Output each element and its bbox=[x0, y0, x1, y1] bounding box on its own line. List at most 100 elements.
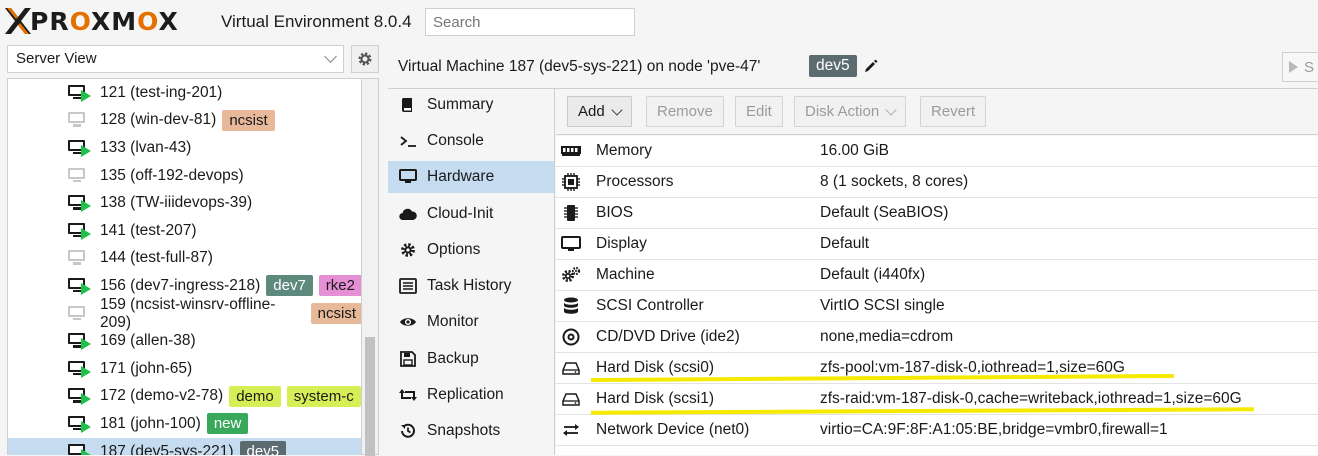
hardware-row[interactable]: SCSI Controller VirtIO SCSI single bbox=[556, 291, 1318, 322]
nav-item-label: Monitor bbox=[427, 313, 479, 330]
vm-tag-badge: dev5 bbox=[239, 441, 287, 455]
monitor-stand bbox=[73, 234, 81, 238]
cogs-icon bbox=[561, 266, 581, 284]
tree-node-label: 128 (win-dev-81) bbox=[100, 111, 217, 129]
tree-node-vm[interactable]: 172 (demo-v2-78) demo system-c bbox=[8, 383, 361, 411]
vm-running-icon bbox=[68, 443, 91, 455]
vm-running-icon bbox=[68, 277, 91, 295]
database-icon bbox=[561, 297, 581, 315]
tree-scrollbar[interactable] bbox=[362, 78, 379, 456]
tree-node-vm[interactable]: 144 (test-full-87) bbox=[8, 245, 361, 273]
tree-node-vm[interactable]: 138 (TW-iiidevops-39) bbox=[8, 189, 361, 217]
tree-node-label: 138 (TW-iiidevops-39) bbox=[100, 194, 253, 212]
revert-button[interactable]: Revert bbox=[920, 96, 987, 127]
running-arrow-icon bbox=[81, 227, 91, 240]
retweet-icon bbox=[398, 386, 418, 404]
vm-stopped-icon bbox=[68, 305, 88, 322]
hardware-row[interactable]: Network Device (net0) virtio=CA:9F:8F:A1:… bbox=[556, 415, 1318, 446]
nav-item-summary[interactable]: Summary bbox=[388, 89, 554, 121]
running-arrow-icon bbox=[81, 89, 91, 102]
nav-item-label: Options bbox=[427, 241, 481, 258]
tree-node-vm[interactable]: 128 (win-dev-81) ncsist bbox=[8, 107, 361, 135]
hardware-key: CD/DVD Drive (ide2) bbox=[596, 328, 740, 345]
chevron-down-icon bbox=[324, 50, 337, 63]
start-button[interactable]: S bbox=[1282, 52, 1318, 82]
disk-action-button-label: Disk Action bbox=[805, 103, 880, 120]
running-arrow-icon bbox=[81, 365, 91, 378]
proxmox-x-icon bbox=[5, 8, 31, 34]
hardware-row[interactable]: Processors 8 (1 sockets, 8 cores) bbox=[556, 167, 1318, 198]
tree-node-label: 141 (test-207) bbox=[100, 221, 197, 239]
tree-node-vm[interactable]: 141 (test-207) bbox=[8, 217, 361, 245]
hardware-key: Hard Disk (scsi0) bbox=[596, 359, 714, 376]
tree-node-vm[interactable]: 181 (john-100) new bbox=[8, 410, 361, 438]
add-button[interactable]: Add bbox=[567, 96, 632, 127]
vm-running-icon bbox=[68, 333, 91, 351]
hardware-row[interactable]: Memory 16.00 GiB bbox=[556, 136, 1318, 167]
nav-item-label: Console bbox=[427, 132, 484, 149]
page-title: Virtual Machine 187 (dev5-sys-221) on no… bbox=[398, 58, 761, 75]
vm-running-icon bbox=[68, 222, 91, 240]
nav-item-label: Summary bbox=[427, 96, 494, 113]
scrollbar-thumb[interactable] bbox=[365, 337, 375, 456]
top-bar: PROXMOX Virtual Environment 8.0.4 bbox=[0, 0, 1318, 44]
search-input[interactable] bbox=[425, 8, 635, 36]
running-arrow-icon bbox=[81, 144, 91, 157]
tree-node-label: 144 (test-full-87) bbox=[100, 249, 213, 267]
tree-node-vm[interactable]: 135 (off-192-devops) bbox=[8, 162, 361, 190]
nav-item-backup[interactable]: Backup bbox=[388, 343, 554, 375]
proxmox-logo[interactable]: PROXMOX bbox=[4, 6, 179, 36]
hardware-row[interactable]: CD/DVD Drive (ide2) none,media=cdrom bbox=[556, 322, 1318, 353]
view-selector[interactable]: Server View bbox=[7, 45, 344, 73]
tree-node-vm[interactable]: 187 (dev5-sys-221) dev5 bbox=[8, 437, 361, 455]
product-version: Virtual Environment 8.0.4 bbox=[221, 12, 412, 31]
view-selector-value: Server View bbox=[16, 50, 97, 67]
vm-tag-badge: demo bbox=[229, 385, 281, 407]
hardware-value: virtio=CA:9F:8F:A1:05:BE,bridge=vmbr0,fi… bbox=[820, 421, 1168, 438]
cdrom-icon bbox=[561, 328, 581, 346]
play-icon bbox=[1289, 61, 1298, 73]
tree-node-label: 135 (off-192-devops) bbox=[100, 166, 244, 184]
remove-button[interactable]: Remove bbox=[646, 96, 724, 127]
nav-item-task-history[interactable]: Task History bbox=[388, 270, 554, 302]
hardware-row[interactable]: BIOS Default (SeaBIOS) bbox=[556, 198, 1318, 229]
vm-tag-badge: ncsist bbox=[222, 109, 275, 131]
disk-action-button[interactable]: Disk Action bbox=[794, 96, 907, 127]
tree-node-vm[interactable]: 133 (lvan-43) bbox=[8, 134, 361, 162]
nav-item-snapshots[interactable]: Snapshots bbox=[388, 415, 554, 447]
start-button-label: S bbox=[1304, 58, 1315, 76]
hardware-key: SCSI Controller bbox=[596, 297, 704, 314]
pencil-icon[interactable] bbox=[864, 59, 878, 73]
content-header: Virtual Machine 187 (dev5-sys-221) on no… bbox=[388, 44, 1318, 89]
tree-node-vm[interactable]: 171 (john-65) bbox=[8, 355, 361, 383]
remove-button-label: Remove bbox=[657, 103, 713, 120]
add-button-label: Add bbox=[578, 103, 605, 120]
eye-icon bbox=[398, 313, 418, 331]
nav-item-cloud-init[interactable]: Cloud-Init bbox=[388, 198, 554, 230]
running-arrow-icon bbox=[81, 200, 91, 213]
vm-running-icon bbox=[68, 139, 91, 157]
hardware-key: BIOS bbox=[596, 204, 634, 221]
tree-node-vm[interactable]: 121 (test-ing-201) bbox=[8, 79, 361, 107]
hardware-row[interactable]: Machine Default (i440fx) bbox=[556, 260, 1318, 291]
tree-node-vm[interactable]: 169 (allen-38) bbox=[8, 327, 361, 355]
hardware-value: none,media=cdrom bbox=[820, 328, 954, 345]
hdd-icon bbox=[561, 359, 581, 377]
nav-item-label: Task History bbox=[427, 277, 512, 294]
hardware-value: VirtIO SCSI single bbox=[820, 297, 945, 314]
nav-item-replication[interactable]: Replication bbox=[388, 379, 554, 411]
hardware-row[interactable]: Display Default bbox=[556, 229, 1318, 260]
monitor-stand bbox=[73, 207, 81, 210]
nav-item-label: Backup bbox=[427, 350, 479, 367]
tree-settings-button[interactable] bbox=[351, 45, 379, 73]
running-arrow-icon bbox=[81, 338, 91, 351]
nav-item-label: Hardware bbox=[427, 168, 495, 185]
nav-item-console[interactable]: Console bbox=[388, 125, 554, 157]
vm-tag: dev5 bbox=[809, 55, 857, 77]
edit-button[interactable]: Edit bbox=[735, 96, 783, 127]
tree-node-vm[interactable]: 159 (ncsist-winsrv-offline-209) ncsist bbox=[8, 296, 361, 331]
nav-item-hardware[interactable]: Hardware bbox=[388, 161, 554, 193]
nav-item-monitor[interactable]: Monitor bbox=[388, 306, 554, 338]
nav-item-options[interactable]: Options bbox=[388, 234, 554, 266]
monitor-stand bbox=[73, 289, 81, 293]
